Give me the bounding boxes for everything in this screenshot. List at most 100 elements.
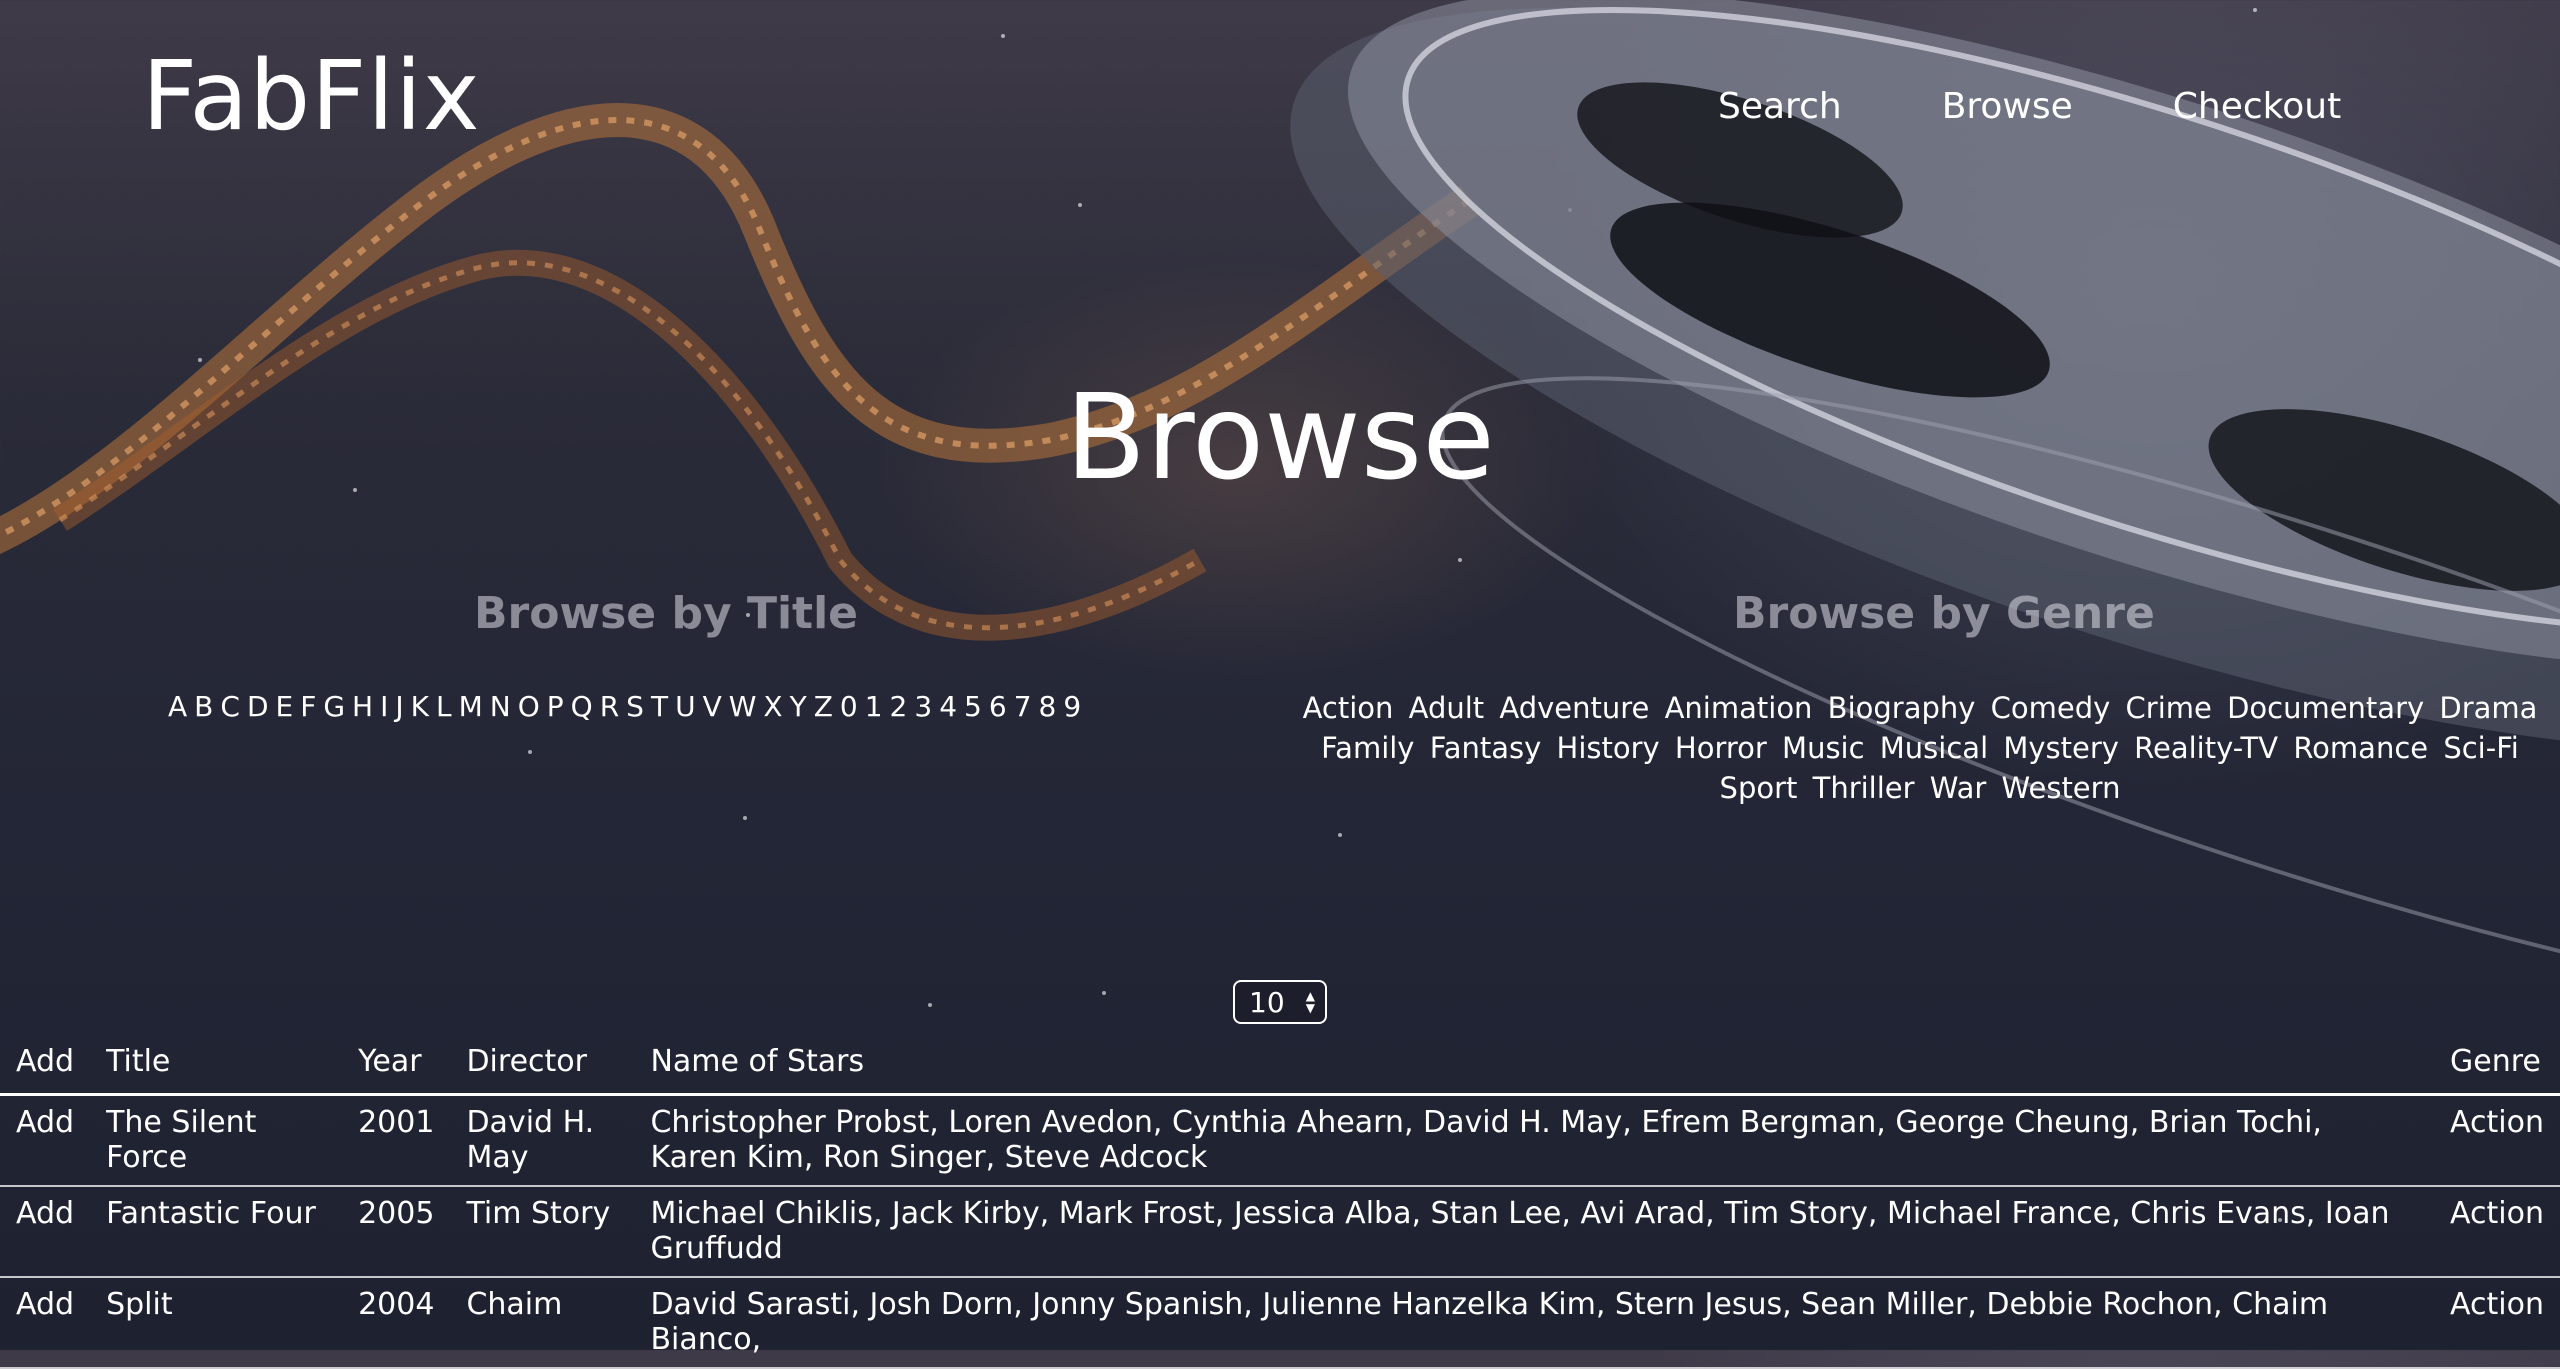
column-header-genre: Genre	[2450, 1044, 2541, 1079]
title-letter-link[interactable]: 3	[914, 690, 933, 723]
table-row: Add Fantastic Four 2005 Tim Story Michael Ch…	[0, 1186, 2560, 1277]
movie-director: Tim Story	[466, 1196, 611, 1231]
movie-year: 2001	[358, 1105, 435, 1140]
add-to-cart-button[interactable]: Add	[0, 1186, 90, 1277]
add-to-cart-button[interactable]: Add	[0, 1095, 90, 1187]
main-nav: Search Browse Checkout	[1718, 86, 2341, 127]
title-letter-link[interactable]: 2	[890, 690, 909, 723]
genre-list: Action Adult Adventure Animation Biograp…	[1280, 688, 2560, 808]
title-letter-link[interactable]: L	[436, 690, 453, 723]
genre-link[interactable]: Thriller	[1813, 771, 1915, 805]
genre-link[interactable]: Romance	[2293, 731, 2428, 765]
movie-stars: David Sarasti, Josh Dorn, Jonny Spanish,…	[650, 1287, 2329, 1357]
title-letter-link[interactable]: V	[703, 690, 723, 723]
genre-link[interactable]: Reality-TV	[2134, 731, 2278, 765]
title-letter-link[interactable]: E	[276, 690, 295, 723]
title-letter-link[interactable]: 5	[964, 690, 983, 723]
title-letter-link[interactable]: H	[352, 690, 374, 723]
movie-title-link[interactable]: The Silent Force	[90, 1095, 342, 1187]
genre-link[interactable]: Action	[1303, 691, 1394, 725]
site-logo[interactable]: FabFlix	[142, 48, 481, 144]
movie-genre: Action	[2450, 1196, 2544, 1231]
title-letter-link[interactable]: K	[411, 690, 430, 723]
genre-link[interactable]: Musical	[1880, 731, 1988, 765]
movie-director: Chaim	[466, 1287, 563, 1322]
movie-year: 2005	[358, 1196, 435, 1231]
movie-director: David H. May	[466, 1105, 595, 1175]
title-letter-link[interactable]: 8	[1039, 690, 1058, 723]
title-letter-link[interactable]: B	[194, 690, 214, 723]
genre-link[interactable]: Mystery	[2003, 731, 2119, 765]
movie-table-body: Add The Silent Force 2001 David H. May Chris…	[0, 1095, 2560, 1368]
genre-link[interactable]: Animation	[1665, 691, 1813, 725]
genre-link[interactable]: Drama	[2439, 691, 2537, 725]
column-header-director: Director	[466, 1044, 587, 1079]
table-row: Add Split 2004 Chaim David Sarasti, Josh Dor…	[0, 1277, 2560, 1368]
title-letter-link[interactable]: T	[651, 690, 669, 723]
nav-checkout-link[interactable]: Checkout	[2173, 86, 2341, 127]
browse-by-title-heading: Browse by Title	[474, 588, 859, 639]
movie-genre: Action	[2450, 1105, 2544, 1140]
movie-title-link[interactable]: Split	[90, 1277, 342, 1368]
title-letter-link[interactable]: R	[600, 690, 620, 723]
title-letter-link[interactable]: J	[395, 690, 404, 723]
add-to-cart-button[interactable]: Add	[0, 1277, 90, 1368]
page-size-stepper[interactable]: 10 ▲ ▼	[1233, 980, 1327, 1024]
genre-link[interactable]: Family	[1321, 731, 1414, 765]
genre-link[interactable]: Crime	[2126, 691, 2212, 725]
genre-link[interactable]: Adult	[1409, 691, 1485, 725]
column-header-title[interactable]: Title	[90, 1034, 342, 1095]
title-letter-link[interactable]: 9	[1063, 690, 1082, 723]
browse-by-genre-heading: Browse by Genre	[1733, 588, 2155, 639]
genre-link[interactable]: Adventure	[1499, 691, 1649, 725]
title-letter-list: ABCDEFGHIJKLMNOPQRSTUVWXYZ0123456789	[168, 690, 1088, 723]
title-letter-link[interactable]: M	[459, 690, 484, 723]
title-letter-link[interactable]: Q	[571, 690, 594, 723]
title-letter-link[interactable]: 7	[1014, 690, 1033, 723]
title-letter-link[interactable]: 0	[840, 690, 859, 723]
title-letter-link[interactable]: D	[247, 690, 270, 723]
title-letter-link[interactable]: O	[518, 690, 541, 723]
nav-search-link[interactable]: Search	[1718, 86, 1842, 127]
genre-link[interactable]: Sci-Fi	[2443, 731, 2519, 765]
genre-link[interactable]: Documentary	[2227, 691, 2424, 725]
title-letter-link[interactable]: 4	[939, 690, 958, 723]
page-title: Browse	[1065, 368, 1495, 506]
genre-link[interactable]: War	[1930, 771, 1987, 805]
title-letter-link[interactable]: X	[763, 690, 783, 723]
column-header-year: Year	[358, 1044, 422, 1079]
movie-year: 2004	[358, 1287, 435, 1322]
genre-link[interactable]: Comedy	[1991, 691, 2111, 725]
genre-link[interactable]: Sport	[1720, 771, 1798, 805]
genre-link[interactable]: Horror	[1675, 731, 1767, 765]
genre-link[interactable]: Biography	[1828, 691, 1976, 725]
movie-title-link[interactable]: Fantastic Four	[90, 1186, 342, 1277]
table-row: Add The Silent Force 2001 David H. May Chris…	[0, 1095, 2560, 1187]
title-letter-link[interactable]: S	[626, 690, 645, 723]
movie-stars: Michael Chiklis, Jack Kirby, Mark Frost,…	[650, 1196, 2390, 1266]
genre-link[interactable]: Fantasy	[1430, 731, 1542, 765]
genre-link[interactable]: Western	[2002, 771, 2121, 805]
stepper-arrows-icon[interactable]: ▲ ▼	[1306, 990, 1315, 1014]
nav-browse-link[interactable]: Browse	[1942, 86, 2073, 127]
title-letter-link[interactable]: I	[380, 690, 389, 723]
title-letter-link[interactable]: Z	[814, 690, 834, 723]
title-letter-link[interactable]: P	[547, 690, 565, 723]
title-letter-link[interactable]: 1	[865, 690, 884, 723]
genre-link[interactable]: History	[1557, 731, 1660, 765]
column-header-add: Add	[16, 1044, 75, 1079]
title-letter-link[interactable]: U	[675, 690, 697, 723]
title-letter-link[interactable]: G	[323, 690, 346, 723]
title-letter-link[interactable]: C	[220, 690, 241, 723]
table-header-row: Add Title Year Director Name of Stars Ge…	[0, 1034, 2560, 1095]
title-letter-link[interactable]: W	[729, 690, 758, 723]
genre-link[interactable]: Music	[1782, 731, 1865, 765]
title-letter-link[interactable]: F	[300, 690, 317, 723]
movie-stars: Christopher Probst, Loren Avedon, Cynthi…	[650, 1105, 2322, 1175]
column-header-stars: Name of Stars	[650, 1044, 865, 1079]
title-letter-link[interactable]: 6	[989, 690, 1008, 723]
title-letter-link[interactable]: N	[490, 690, 512, 723]
movie-genre: Action	[2450, 1287, 2544, 1322]
title-letter-link[interactable]: Y	[790, 690, 808, 723]
title-letter-link[interactable]: A	[168, 690, 188, 723]
